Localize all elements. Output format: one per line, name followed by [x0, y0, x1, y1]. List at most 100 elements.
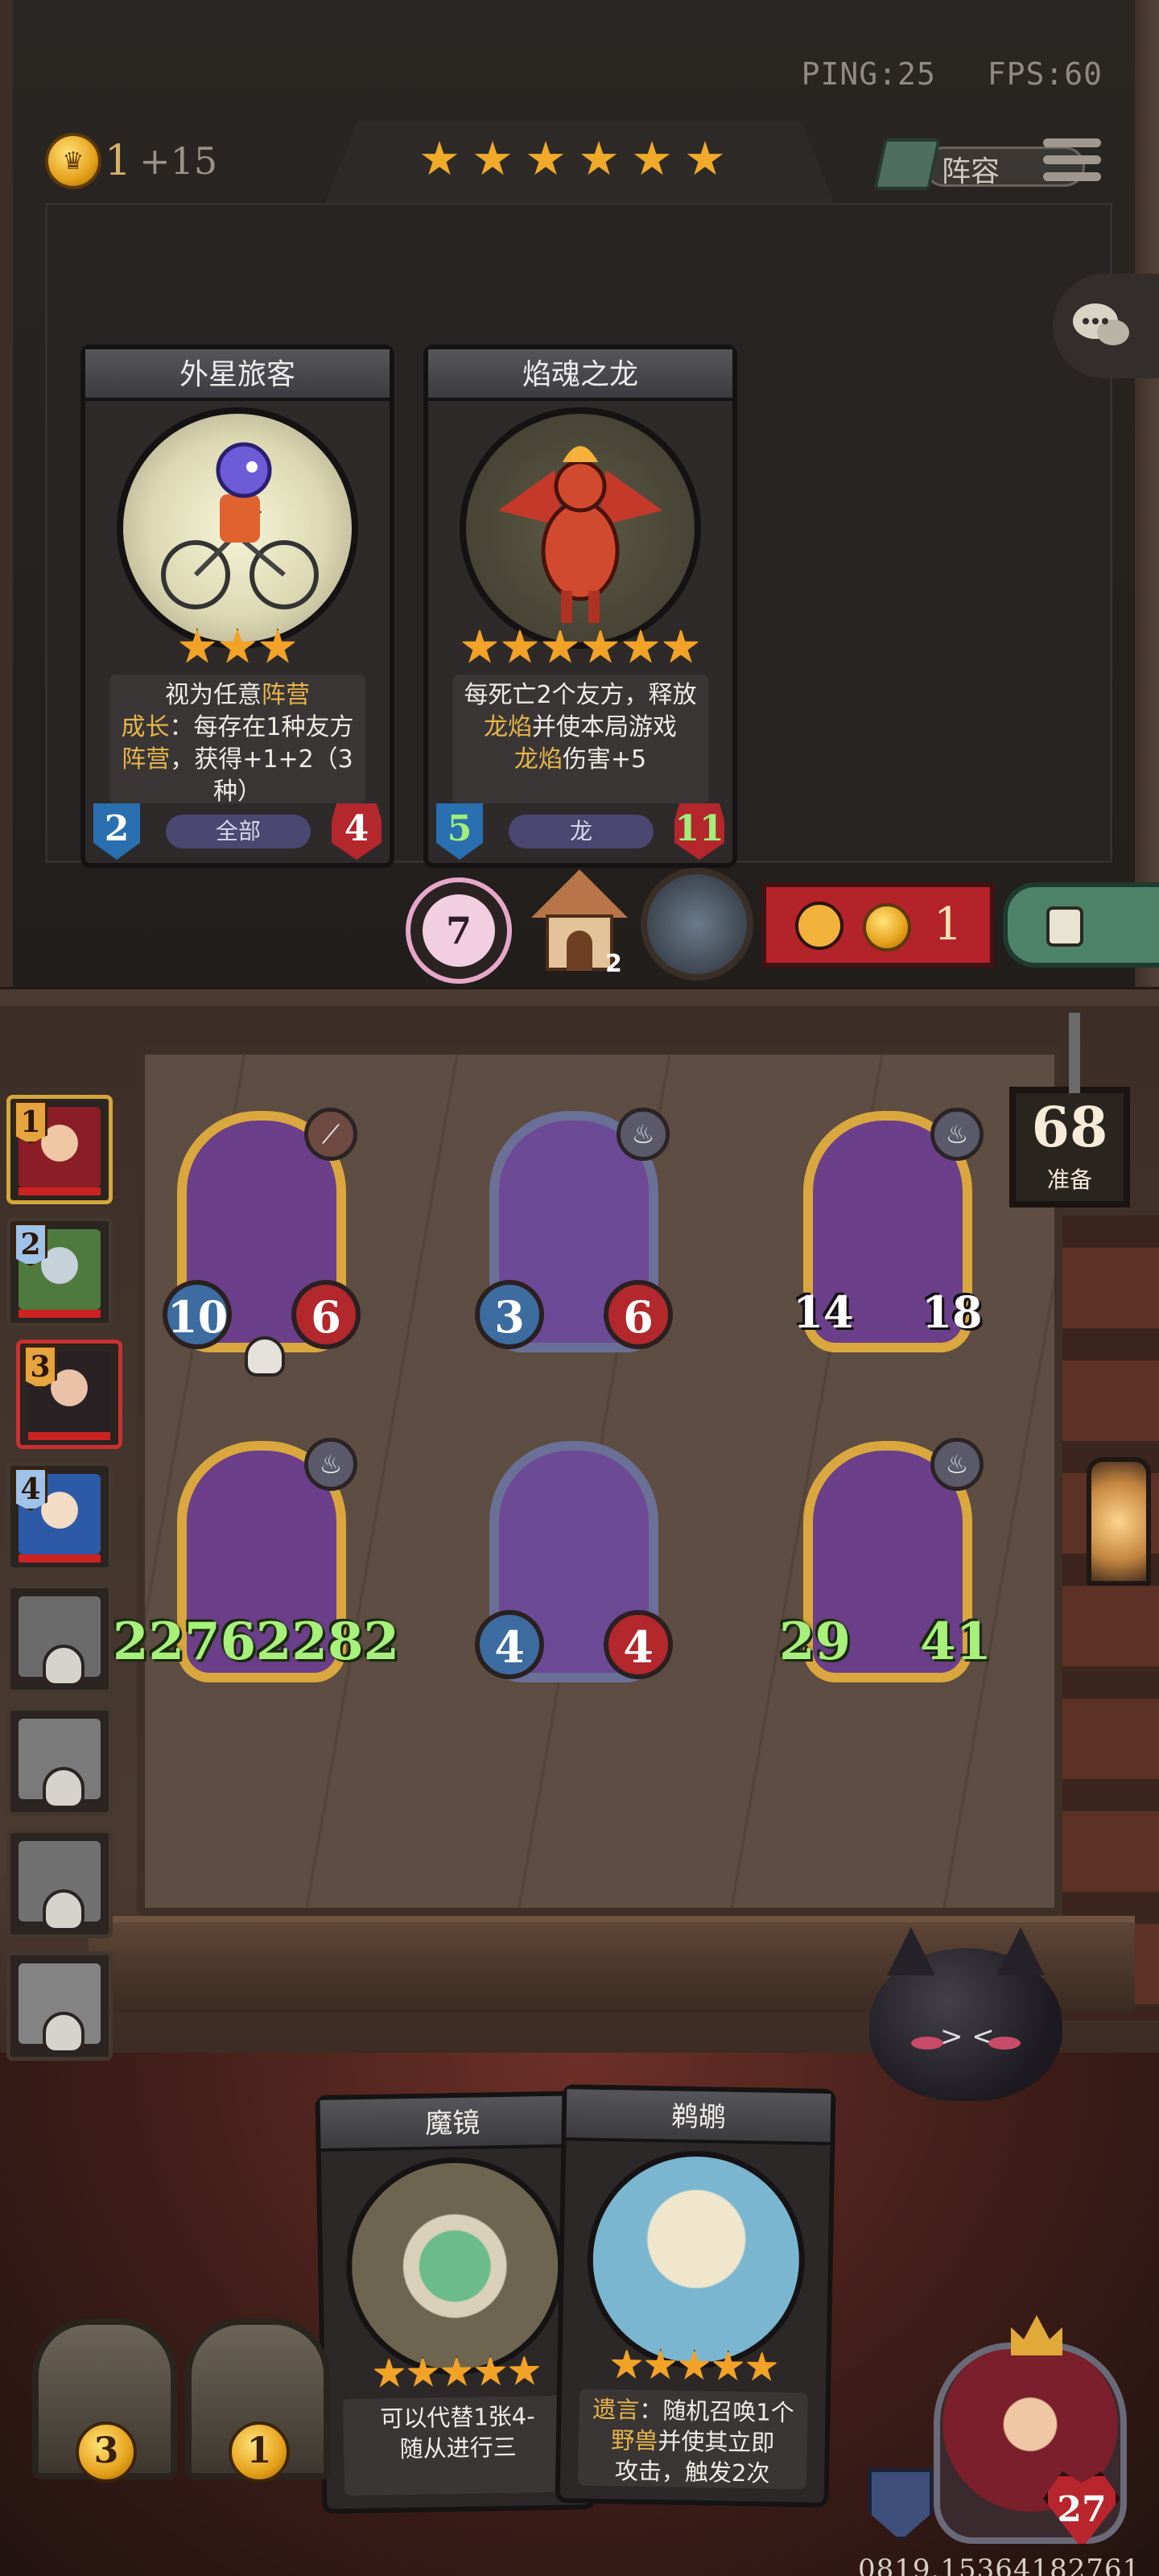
- card-art-alien: [117, 407, 358, 649]
- slime-cat-mascot[interactable]: > <: [869, 1927, 1062, 2101]
- player-rank: 1: [14, 1100, 47, 1144]
- star-icon: [711, 2349, 745, 2384]
- skull-icon: [43, 2012, 85, 2054]
- refresh-cost: 1: [934, 898, 963, 951]
- star-icon: [541, 628, 580, 663]
- card-tribe: 全部: [166, 815, 311, 848]
- closed-eyes: > <: [940, 2021, 995, 2053]
- player-slot-dead[interactable]: [6, 1951, 113, 2061]
- card-description: 遗言：随机召唤1个 野兽并使其立即 攻击，触发2次: [577, 2388, 808, 2490]
- minion-health: 2282: [255, 1612, 399, 1672]
- refresh-button[interactable]: 1: [761, 882, 995, 968]
- chest-left[interactable]: 3: [32, 2318, 177, 2483]
- tavern-level-badge[interactable]: 7: [406, 877, 512, 984]
- minion-health: 4: [604, 1610, 673, 1679]
- chest-right[interactable]: 1: [185, 2318, 330, 2483]
- card-attack: 5: [436, 803, 483, 860]
- card-description: 视为任意阵营 成长：每存在1种友方 阵营，获得+1+2（3种）: [109, 675, 365, 806]
- card-name: 鹈鹕: [566, 2089, 831, 2145]
- shop-card-flame-soul-dragon[interactable]: 焰魂之龙 每死亡2个友方，释放 龙焰并使本局游戏 龙焰伤害+5 5 龙 11: [423, 345, 737, 868]
- session-id: 0819.15364182761: [858, 2553, 1141, 2576]
- player-slot-opponent[interactable]: 3: [16, 1340, 122, 1449]
- gold-amount: 1: [105, 137, 132, 185]
- player-health-bar: [19, 1187, 101, 1195]
- card-tribe: 龙: [509, 815, 654, 848]
- house-count: 2: [605, 950, 622, 978]
- card-art-pelican: [585, 2149, 807, 2371]
- panel-frame-bottom: [0, 987, 1159, 1006]
- star-icon: [473, 2355, 508, 2389]
- battle-area: 68 准备 1 2 3 4 ⟋ 10 6 ♨ 3 6 ♨ 14 18 ♨ 227…: [0, 1006, 1159, 2576]
- player-rank: 3: [23, 1345, 57, 1389]
- flame-icon: ♨: [930, 1108, 984, 1161]
- star-icon: [621, 628, 660, 663]
- star-icon: ★: [419, 131, 460, 186]
- house-button[interactable]: 2: [531, 869, 628, 982]
- player-slot-dead[interactable]: [6, 1707, 113, 1816]
- hand-card-magic-mirror[interactable]: 魔镜 可以代替1张4- 随从进行三: [315, 2091, 596, 2514]
- house-icon: [531, 869, 628, 918]
- player-slot[interactable]: 4: [6, 1462, 113, 1571]
- flame-icon: ♨: [930, 1438, 984, 1491]
- hand-card-pelican[interactable]: 鹈鹕 遗言：随机召唤1个 野兽并使其立即 攻击，触发2次: [555, 2084, 836, 2508]
- hamburger-icon: [1043, 138, 1101, 147]
- player-slot[interactable]: 2: [6, 1217, 113, 1327]
- card-star-rating: [85, 628, 390, 670]
- star-icon: [662, 628, 700, 663]
- menu-button[interactable]: [1043, 138, 1101, 192]
- card-name: 魔镜: [320, 2095, 585, 2152]
- card-star-rating: [324, 2353, 589, 2395]
- minion-health: 18: [922, 1286, 983, 1338]
- tavern-tier-stars: ★ ★ ★ ★ ★ ★: [419, 131, 726, 186]
- chain: [1069, 1013, 1080, 1093]
- panel-frame-left: [0, 0, 13, 1005]
- gold-income: +15: [139, 139, 218, 183]
- flame-icon: ♨: [304, 1438, 357, 1491]
- panel-frame-right: [1135, 0, 1159, 1005]
- card-art-dragon: [460, 407, 701, 649]
- chat-button[interactable]: [1053, 274, 1159, 378]
- chest-count: 3: [76, 2421, 137, 2483]
- network-stats: PING:25 FPS:60: [769, 56, 1103, 92]
- player-slot-self[interactable]: 1: [6, 1095, 113, 1204]
- freeze-shop-button[interactable]: [1003, 882, 1159, 968]
- star-icon: [507, 2354, 542, 2388]
- lineup-button[interactable]: 阵容: [873, 138, 1085, 190]
- board-minion-clown[interactable]: 4 4: [475, 1441, 673, 1682]
- fps-readout: FPS:60: [987, 56, 1103, 92]
- star-icon: [643, 2348, 678, 2383]
- book-icon: [873, 138, 941, 190]
- shop-card-alien-traveler[interactable]: 外星旅客 视为任意阵营 成长：每存在1种友方 阵营，获得+1+2（3种） 2 全…: [80, 345, 394, 868]
- alien-on-bicycle-icon: [161, 442, 319, 609]
- star-icon: [744, 2350, 779, 2384]
- star-icon: ★: [525, 131, 567, 186]
- player-slot-dead[interactable]: [6, 1584, 113, 1694]
- board-minion-sea-serpent[interactable]: ♨ 14 18: [793, 1108, 984, 1352]
- board-minion-golden-dragon[interactable]: ♨ 2276 2282: [113, 1438, 399, 1682]
- flame-icon: ♨: [617, 1108, 670, 1161]
- shop-panel: PING:25 FPS:60 ♛ 1 +15 ★ ★ ★ ★ ★ ★ 阵容 外星…: [0, 0, 1159, 1006]
- star-icon: [460, 628, 499, 663]
- star-icon: [501, 628, 539, 663]
- timer-label: 准备: [1046, 1166, 1092, 1193]
- hero-power-button[interactable]: [641, 868, 753, 980]
- crown-coin-icon: ♛: [45, 133, 101, 189]
- refresh-arrow-icon: [795, 902, 843, 950]
- minion-attack: 14: [793, 1286, 854, 1338]
- card-description: 可以代替1张4- 随从进行三: [343, 2395, 574, 2496]
- board-minion-pelican[interactable]: ⟋ 10 6: [163, 1108, 361, 1377]
- minion-attack: 4: [475, 1610, 544, 1679]
- star-icon: [677, 2349, 711, 2384]
- card-health: 11: [674, 803, 724, 860]
- player-rank: 4: [14, 1468, 47, 1511]
- reward-chests: 3 1: [32, 2294, 338, 2504]
- board-minion-fire-dragon-2[interactable]: ♨ 29 41: [779, 1438, 992, 1682]
- player-slot-dead[interactable]: [6, 1829, 113, 1938]
- red-dragon-icon: [498, 446, 662, 623]
- player-list: 1 2 3 4: [0, 1095, 122, 2074]
- board-minion-fire-dragon[interactable]: ♨ 3 6: [475, 1108, 673, 1352]
- star-icon: ★: [472, 131, 514, 186]
- star-icon: [609, 2347, 644, 2382]
- card-name: 外星旅客: [85, 349, 390, 401]
- star-icon: ★: [684, 131, 726, 186]
